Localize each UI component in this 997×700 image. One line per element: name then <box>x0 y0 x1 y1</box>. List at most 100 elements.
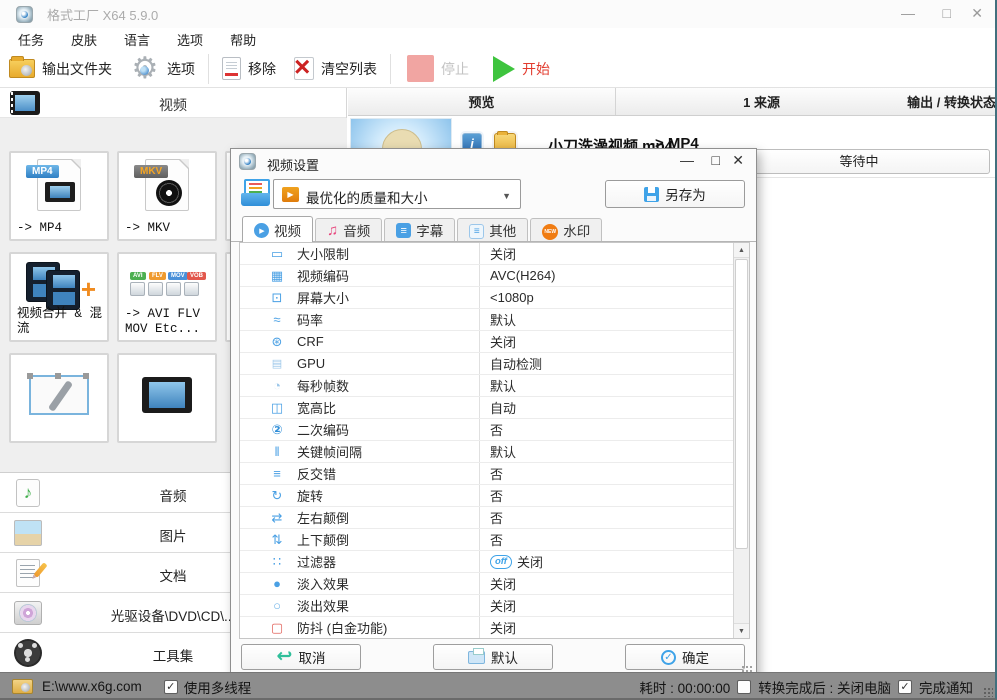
dialog-tab[interactable]: ≡ 其他 <box>457 218 529 241</box>
clear-list-button[interactable]: 清空列表 <box>285 51 386 86</box>
format-cell[interactable]: MKV -> MKV <box>117 151 217 241</box>
queue-column-header[interactable]: 预览 <box>348 88 616 115</box>
output-path-folder-icon[interactable] <box>12 679 33 694</box>
scroll-up-icon[interactable]: ▲ <box>734 243 749 258</box>
setting-row[interactable]: ≡ 反交错 否 <box>240 463 749 485</box>
tab-icon: ♫ <box>327 222 338 239</box>
options-button[interactable]: ⚙ 选项 <box>121 52 204 86</box>
shutdown-checkbox[interactable] <box>737 679 752 694</box>
menu-item[interactable]: 皮肤 <box>71 30 97 49</box>
close-icon[interactable]: ✕ <box>971 6 983 20</box>
multithread-checkbox[interactable]: ✓ <box>163 679 178 694</box>
setting-icon: ⊛ <box>271 333 283 349</box>
notify-label: 完成通知 <box>919 680 973 696</box>
dialog-maximize-icon[interactable]: □ <box>712 153 720 167</box>
scrollbar-thumb[interactable] <box>735 259 748 549</box>
stop-button[interactable]: 停止 <box>398 52 478 86</box>
setting-row[interactable]: ○ 淡出效果 关闭 <box>240 595 749 617</box>
queue-column-header[interactable]: 1 来源 <box>616 88 907 115</box>
queue-column-header[interactable]: 输出 / 转换状态 <box>907 88 995 115</box>
setting-row[interactable]: ▤ GPU 自动检测 <box>240 353 749 375</box>
setting-value[interactable]: 自动检测 <box>479 353 749 374</box>
setting-row[interactable]: ⊡ 屏幕大小 <1080p <box>240 287 749 309</box>
scrollbar[interactable]: ▲ ▼ <box>733 243 749 638</box>
multithread-toggle[interactable]: ✓ 使用多线程 <box>163 677 252 697</box>
setting-row[interactable]: ▦ 视频编码 AVC(H264) <box>240 265 749 287</box>
elapsed-time: 耗时 : 00:00:00 <box>639 680 731 696</box>
setting-value[interactable]: 否 <box>479 507 749 528</box>
notify-checkbox[interactable]: ✓ <box>898 679 912 694</box>
setting-row[interactable]: ▭ 大小限制 关闭 <box>240 243 749 265</box>
preset-select[interactable]: ▶ 最优化的质量和大小 ▼ <box>273 179 521 209</box>
remove-button[interactable]: 移除 <box>213 52 285 86</box>
window-resize-grip[interactable] <box>983 687 993 697</box>
menu-item[interactable]: 选项 <box>177 30 203 49</box>
setting-value-text: 关闭 <box>490 247 517 262</box>
menu-item[interactable]: 任务 <box>18 30 44 49</box>
setting-value[interactable]: 默认 <box>479 441 749 462</box>
dialog-tab[interactable]: ▶ 视频 <box>242 216 313 242</box>
setting-value[interactable]: 关闭 <box>479 331 749 352</box>
setting-row[interactable]: ⊛ CRF 关闭 <box>240 331 749 353</box>
setting-row[interactable]: ⇅ 上下颠倒 否 <box>240 529 749 551</box>
format-cell[interactable] <box>9 353 109 443</box>
setting-row[interactable]: ‖ 关键帧间隔 默认 <box>240 441 749 463</box>
dialog-title: 视频设置 <box>267 158 320 173</box>
off-badge: off <box>490 554 512 569</box>
start-button[interactable]: 开始 <box>484 52 559 86</box>
preset-selected-value: 最优化的质量和大小 <box>306 191 428 206</box>
maximize-icon[interactable]: □ <box>943 6 951 20</box>
sidebar-header-video[interactable]: 视频 <box>0 88 346 118</box>
setting-value[interactable]: 否 <box>479 529 749 550</box>
setting-value[interactable]: 关闭 <box>479 595 749 616</box>
cancel-button[interactable]: ↩ 取消 <box>241 644 361 670</box>
minimize-icon[interactable]: — <box>901 6 915 20</box>
dialog-tab[interactable]: ♫ 音频 <box>315 218 383 241</box>
setting-value[interactable]: off 关闭 <box>479 551 749 572</box>
setting-row[interactable]: ● 淡入效果 关闭 <box>240 573 749 595</box>
scroll-down-icon[interactable]: ▼ <box>734 623 749 638</box>
output-folder-button[interactable]: 输出文件夹 <box>0 52 121 86</box>
save-as-button[interactable]: 另存为 <box>605 180 745 208</box>
setting-value[interactable]: 关闭 <box>479 243 749 264</box>
format-cell[interactable]: + 视频合并 & 混流 <box>9 252 109 342</box>
setting-row[interactable]: ⇄ 左右颠倒 否 <box>240 507 749 529</box>
multithread-label: 使用多线程 <box>183 680 252 696</box>
ok-button[interactable]: ✓ 确定 <box>625 644 745 670</box>
setting-row[interactable]: ∷ 过滤器 off 关闭 <box>240 551 749 573</box>
setting-row[interactable]: ◫ 宽高比 自动 <box>240 397 749 419</box>
setting-value[interactable]: 关闭 <box>479 573 749 594</box>
dialog-tab[interactable]: ≡ 字幕 <box>384 218 456 241</box>
format-icon <box>119 361 215 413</box>
format-cell[interactable]: AVI FLV MOV VOB -> AVI FLV MOV Etc... <box>117 252 217 342</box>
tab-label: 其他 <box>489 224 517 239</box>
setting-row[interactable]: ▢ 防抖 (白金功能) 关闭 <box>240 617 749 638</box>
setting-value[interactable]: 否 <box>479 485 749 506</box>
setting-value[interactable]: 默认 <box>479 309 749 330</box>
menu-item[interactable]: 语言 <box>124 30 150 49</box>
setting-value[interactable]: 自动 <box>479 397 749 418</box>
setting-row[interactable]: ② 二次编码 否 <box>240 419 749 441</box>
setting-value-text: AVC(H264) <box>490 268 556 283</box>
menu-item[interactable]: 帮助 <box>230 30 256 49</box>
setting-value[interactable]: AVC(H264) <box>479 265 749 286</box>
dialog-tab[interactable]: NEW 水印 <box>530 218 603 241</box>
dialog-minimize-icon[interactable]: — <box>680 153 694 167</box>
setting-value[interactable]: 关闭 <box>479 617 749 638</box>
default-button[interactable]: 默认 <box>433 644 553 670</box>
settings-rows: ▭ 大小限制 关闭 ▦ 视频编码 AVC(H264) ⊡ 屏幕大小 <1080p… <box>240 243 749 638</box>
format-label: -> AVI FLV MOV Etc... <box>125 307 201 336</box>
setting-row[interactable]: ◔ 每秒帧数 默认 <box>240 375 749 397</box>
setting-row[interactable]: ↻ 旋转 否 <box>240 485 749 507</box>
setting-value[interactable]: <1080p <box>479 287 749 308</box>
output-path[interactable]: E:\www.x6g.com <box>42 679 142 694</box>
setting-icon: ∷ <box>272 553 282 569</box>
setting-row[interactable]: ≈ 码率 默认 <box>240 309 749 331</box>
setting-value[interactable]: 否 <box>479 419 749 440</box>
format-cell[interactable]: MP4 -> MP4 <box>9 151 109 241</box>
setting-value[interactable]: 默认 <box>479 375 749 396</box>
format-cell[interactable] <box>117 353 217 443</box>
chevron-down-icon: ▼ <box>502 191 511 201</box>
setting-value[interactable]: 否 <box>479 463 749 484</box>
dialog-close-icon[interactable]: ✕ <box>732 153 744 167</box>
